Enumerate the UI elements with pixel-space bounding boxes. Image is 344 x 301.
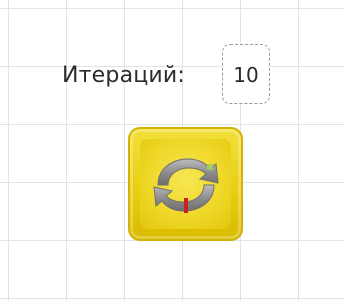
loop-green-accent — [207, 164, 213, 170]
loop-block[interactable] — [128, 127, 243, 241]
loop-top-arrow — [157, 158, 219, 186]
loop-block-face — [140, 139, 231, 229]
iterations-label: Итераций: — [62, 63, 186, 88]
iterations-input[interactable]: 10 — [222, 44, 270, 104]
loop-red-marker — [184, 198, 188, 213]
loop-cycle-icon — [153, 158, 219, 213]
workspace-canvas: Итераций: 10 — [0, 0, 344, 301]
